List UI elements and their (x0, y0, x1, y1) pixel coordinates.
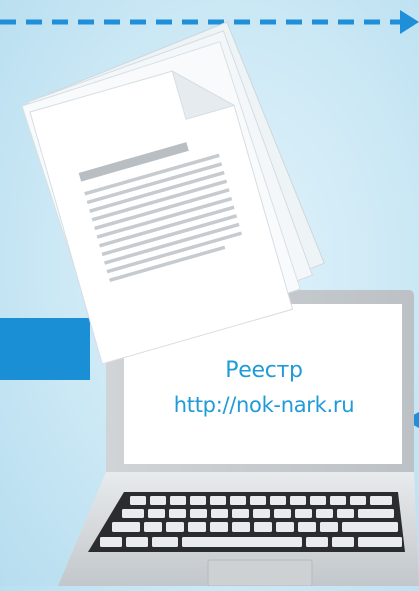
document-stack-icon (21, 21, 325, 365)
blue-band (0, 318, 90, 380)
illustration: Реестр http://nok-nark.ru (0, 0, 419, 587)
registry-url[interactable]: http://nok-nark.ru (140, 393, 388, 417)
illustration-graphic (0, 10, 419, 587)
registry-title: Реестр (225, 358, 303, 383)
